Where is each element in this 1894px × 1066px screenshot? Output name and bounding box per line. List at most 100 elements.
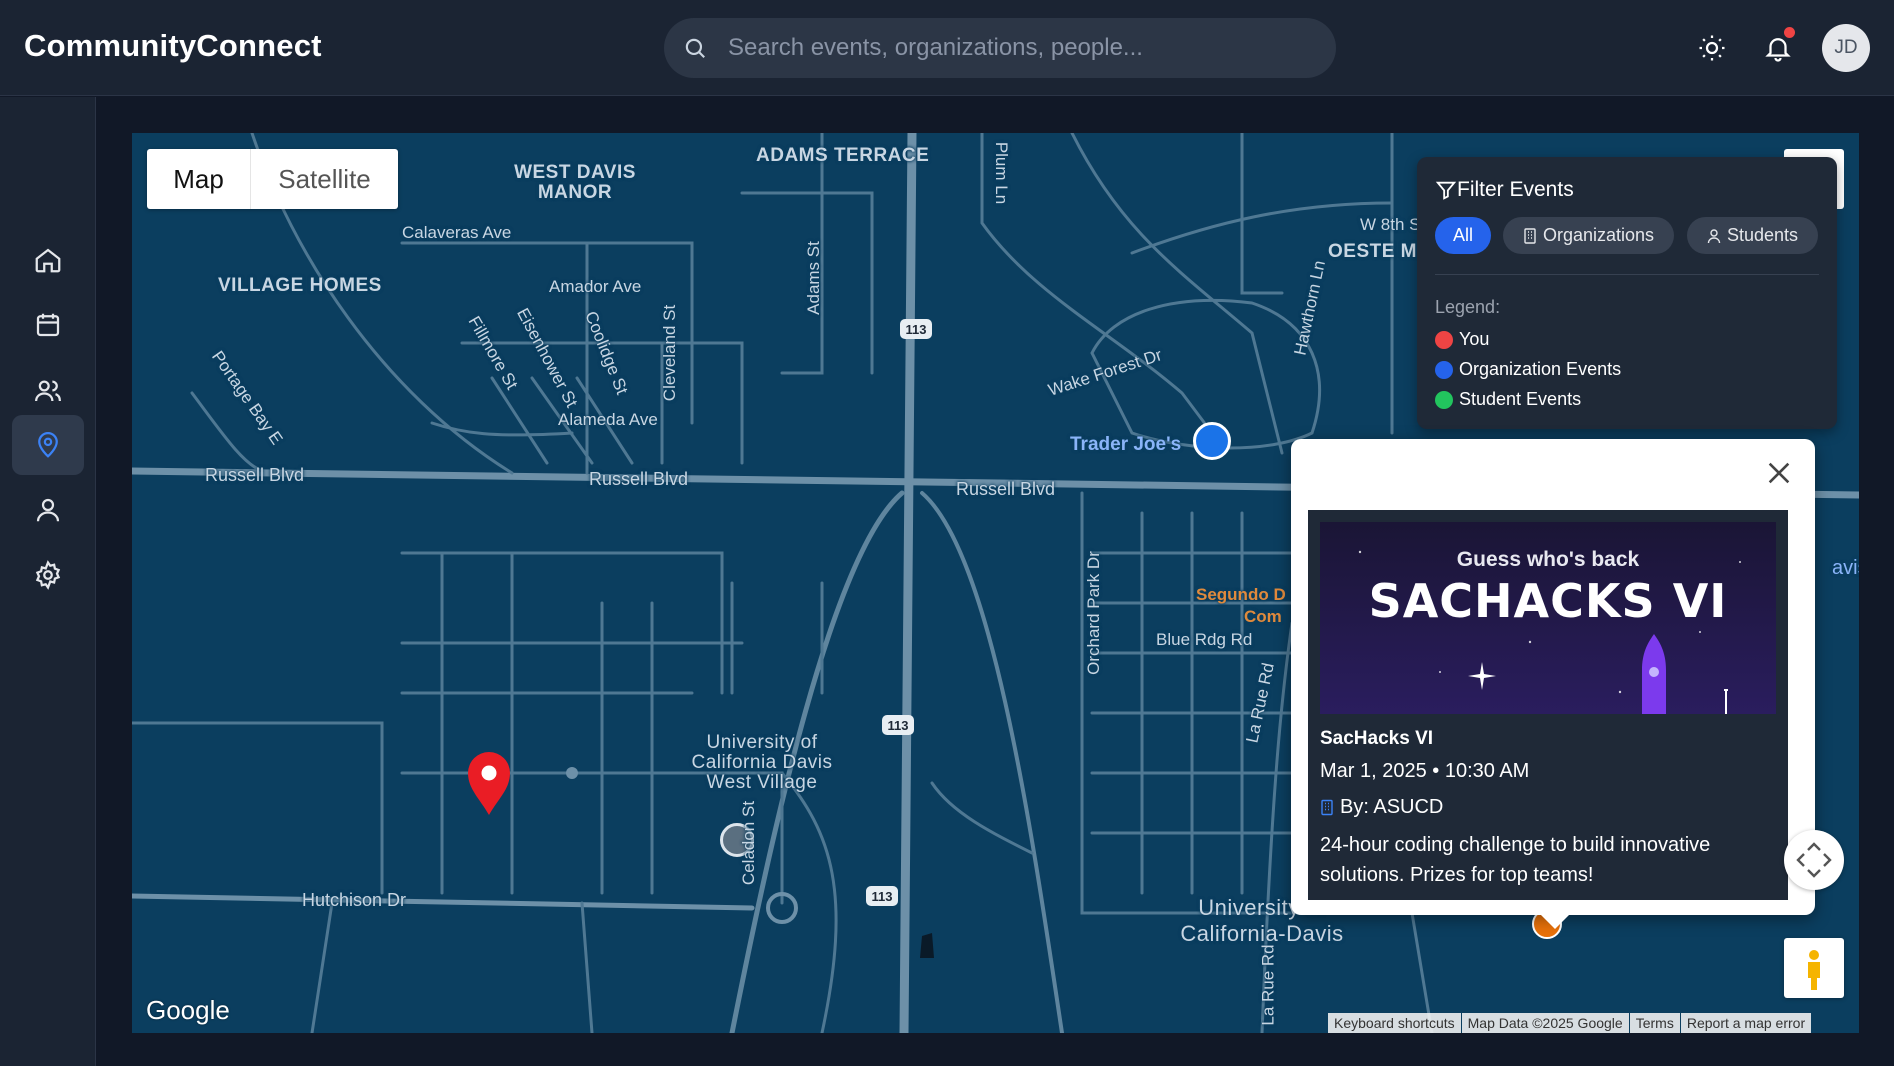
highway-shield: 113 — [900, 319, 932, 339]
legend-item-organization: Organization Events — [1435, 359, 1621, 380]
sidebar-item-map[interactable] — [12, 415, 84, 475]
label-oeste: OESTE M — [1328, 241, 1418, 262]
label-russell-2: Russell Blvd — [589, 469, 689, 489]
banner-kicker: Guess who's back — [1456, 548, 1640, 571]
legend-dot — [1435, 330, 1453, 349]
filter-chip-organizations[interactable]: Organizations — [1503, 217, 1674, 254]
calendar-icon — [36, 313, 60, 337]
chip-label: Organizations — [1542, 225, 1655, 245]
label-segundo2: Com — [1244, 607, 1282, 626]
filter-chip-all[interactable]: All — [1435, 217, 1491, 254]
label-ucd-west-village: University of California Davis West Vill… — [691, 732, 833, 793]
people-icon — [35, 380, 61, 402]
filter-chip-students[interactable]: Students — [1687, 217, 1818, 254]
event-datetime: Mar 1, 2025 • 10:30 AM — [1320, 760, 1530, 782]
label-hutchison: Hutchison Dr — [302, 890, 407, 910]
recenter-button[interactable] — [1784, 830, 1844, 890]
sidebar — [0, 97, 96, 1066]
building-icon — [1321, 799, 1333, 816]
filter-title: Filter Events — [1457, 178, 1574, 201]
top-header: CommunityConnect JD — [0, 0, 1894, 96]
label-adams-st: Adams St — [803, 241, 823, 315]
avatar[interactable]: JD — [1822, 24, 1870, 72]
chip-label: All — [1452, 225, 1473, 245]
label-russell-3: Russell Blvd — [956, 479, 1056, 499]
search-input[interactable] — [728, 28, 1308, 68]
label-plum: Plum Ln — [992, 141, 1012, 205]
label-calaveras: Calaveras Ave — [402, 223, 512, 242]
search-icon — [685, 38, 705, 58]
sidebar-item-profile[interactable] — [12, 480, 84, 540]
label-cleveland: Cleveland St — [660, 304, 680, 402]
map-data-text: Map Data ©2025 Google — [1461, 1013, 1629, 1033]
close-icon[interactable] — [1765, 459, 1793, 487]
theme-toggle-button[interactable] — [1692, 28, 1732, 68]
sidebar-item-calendar[interactable] — [12, 295, 84, 355]
map-type-satellite-button[interactable]: Satellite — [251, 149, 398, 209]
label-blue-ridge: Blue Rdg Rd — [1156, 630, 1253, 649]
app-title[interactable]: CommunityConnect — [24, 28, 322, 64]
event-info-window: Guess who's back SACHACKS VI SacHacks VI… — [1291, 439, 1815, 929]
highway-shield: 113 — [866, 886, 898, 906]
label-adams-terrace: ADAMS TERRACE — [756, 145, 930, 166]
legend-dot — [1435, 360, 1453, 379]
gear-icon — [35, 560, 61, 590]
event-description: 24-hour coding challenge to build innova… — [1320, 834, 1711, 886]
legend-title: Legend: — [1435, 297, 1501, 317]
user-location-pin[interactable] — [466, 751, 512, 817]
legend-item-student: Student Events — [1435, 389, 1581, 410]
filter-icon — [1435, 181, 1457, 200]
label-w8th: W 8th St — [1360, 215, 1426, 234]
label-orchard-park: Orchard Park Dr — [1083, 551, 1103, 675]
home-icon — [35, 248, 61, 273]
label-davis: avis R — [1832, 557, 1859, 579]
label-village-homes: VILLAGE HOMES — [218, 275, 382, 296]
keyboard-shortcuts-link[interactable]: Keyboard shortcuts — [1328, 1013, 1461, 1033]
terms-link[interactable]: Terms — [1629, 1013, 1680, 1033]
filter-panel: Filter Events All Organizations Students… — [1417, 157, 1837, 429]
label-west-davis-manor: WEST DAVIS MANOR — [514, 162, 636, 203]
banner-title: SACHACKS VI — [1368, 574, 1728, 628]
pegman-icon — [1808, 950, 1820, 990]
event-organizer: By: ASUCD — [1320, 796, 1443, 819]
move-arrows-icon — [1796, 842, 1832, 878]
map-canvas[interactable]: WEST DAVIS MANOR ADAMS TERRACE VILLAGE H… — [132, 133, 1859, 1033]
notifications-button[interactable] — [1758, 27, 1798, 68]
notification-badge — [1784, 27, 1795, 38]
divider — [1435, 274, 1819, 275]
sidebar-item-home[interactable] — [12, 230, 84, 290]
sidebar-item-settings[interactable] — [12, 545, 84, 605]
sun-icon — [1699, 35, 1725, 61]
map-attribution: Keyboard shortcuts Map Data ©2025 Google… — [1328, 1013, 1812, 1033]
legend-item-you: You — [1435, 329, 1489, 350]
organizer-label: By: ASUCD — [1340, 796, 1444, 818]
user-icon — [1707, 228, 1721, 243]
legend-label: Student Events — [1459, 389, 1582, 409]
label-segundo: Segundo D — [1196, 585, 1286, 604]
legend-label: You — [1459, 329, 1490, 349]
sidebar-item-people[interactable] — [12, 361, 84, 421]
search-bar[interactable] — [664, 18, 1336, 78]
map-type-map-button[interactable]: Map — [147, 149, 251, 209]
label-amador: Amador Ave — [549, 277, 642, 296]
popup-tail — [1541, 915, 1569, 929]
label-celadon: Celadon St — [739, 800, 759, 886]
chip-label: Students — [1726, 225, 1799, 245]
event-card[interactable]: Guess who's back SACHACKS VI SacHacks VI… — [1308, 510, 1788, 900]
map-type-toggle: Map Satellite — [147, 149, 398, 209]
legend-label: Organization Events — [1459, 359, 1622, 379]
highway-shield: 113 — [882, 715, 914, 735]
label-alameda: Alameda Ave — [558, 410, 658, 429]
shopping-cart-icon[interactable] — [1193, 422, 1231, 460]
google-logo: Google — [146, 995, 230, 1025]
event-banner-image: Guess who's back SACHACKS VI — [1320, 522, 1776, 714]
legend-dot — [1435, 390, 1453, 409]
label-russell-1: Russell Blvd — [205, 465, 305, 485]
report-error-link[interactable]: Report a map error — [1680, 1013, 1812, 1033]
label-trader-joes[interactable]: Trader Joe's — [1070, 434, 1181, 456]
user-icon — [36, 498, 60, 522]
label-la-rue-2: La Rue Rd — [1258, 944, 1278, 1026]
event-name: SacHacks VI — [1320, 728, 1434, 749]
street-view-pegman-button[interactable] — [1784, 938, 1844, 998]
map-pin-icon — [38, 432, 58, 458]
